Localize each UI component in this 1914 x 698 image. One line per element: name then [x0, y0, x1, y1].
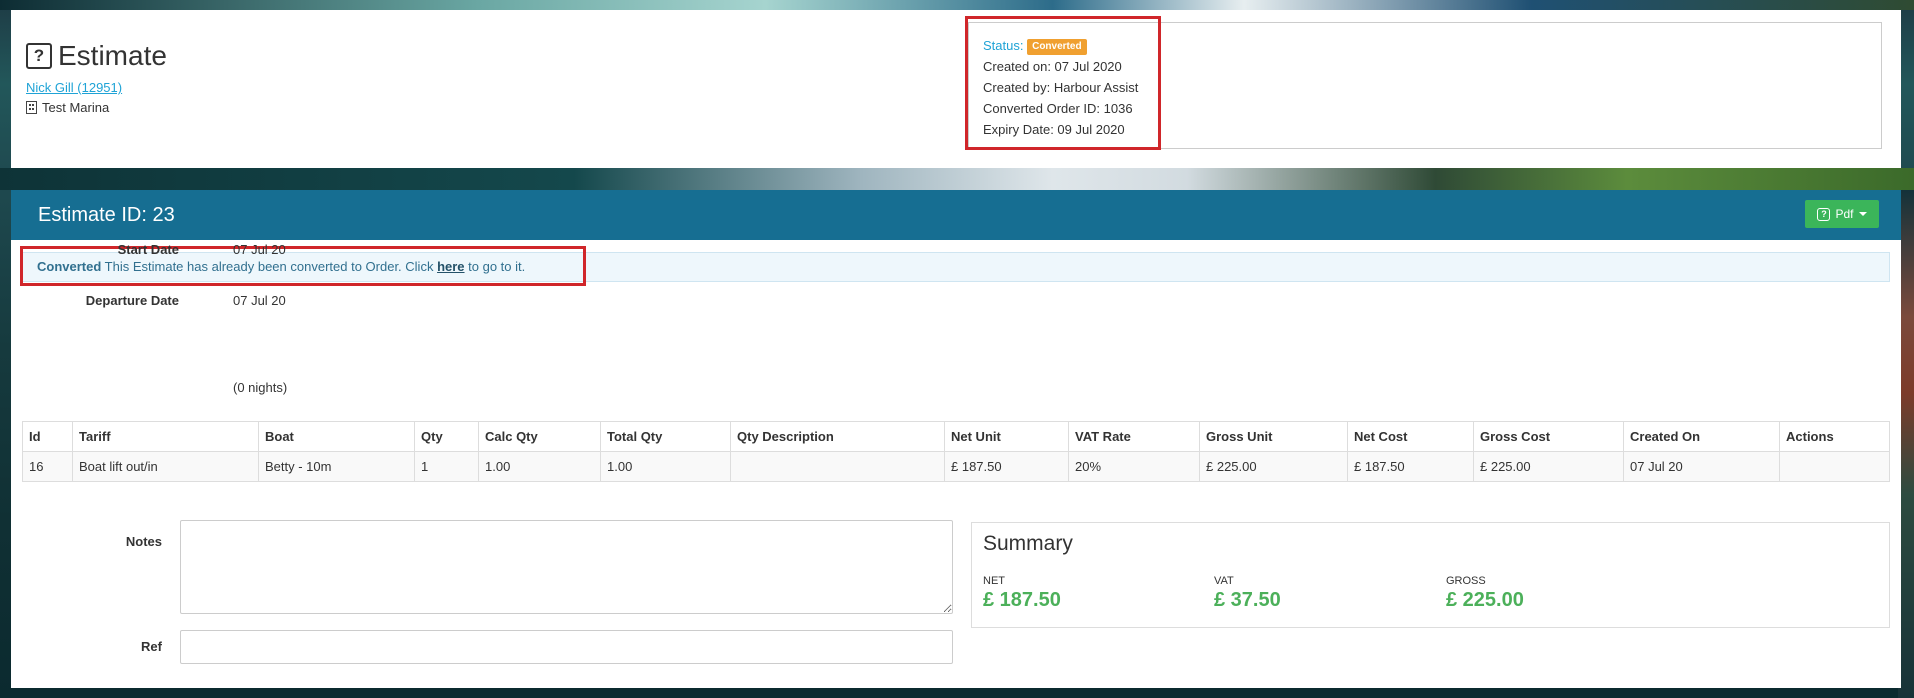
- table-cell: £ 187.50: [1347, 451, 1474, 482]
- start-date-value: 07 Jul 20: [233, 242, 286, 257]
- vat-value: £ 37.50: [1214, 589, 1281, 611]
- building-icon: [26, 101, 37, 114]
- column-header: Net Cost: [1347, 421, 1474, 452]
- column-header: Tariff: [72, 421, 259, 452]
- pdf-dropdown-button[interactable]: ? Pdf: [1805, 200, 1879, 228]
- table-cell: 1.00: [478, 451, 601, 482]
- background-photo-top: [0, 0, 1914, 10]
- column-header: Total Qty: [600, 421, 731, 452]
- estimate-header-bar: Estimate ID: 23 ? Pdf: [11, 190, 1901, 240]
- marina-info: Test Marina: [26, 100, 109, 115]
- question-square-icon: ?: [26, 43, 52, 69]
- table-cell: 1: [414, 451, 479, 482]
- ref-label: Ref: [141, 639, 162, 654]
- gross-value: £ 225.00: [1446, 589, 1524, 611]
- summary-net: NET £ 187.50: [983, 575, 1061, 612]
- customer-link[interactable]: Nick Gill (12951): [26, 80, 122, 95]
- column-header: Gross Unit: [1199, 421, 1348, 452]
- estimate-items-table: Id Tariff Boat Qty Calc Qty Total Qty Qt…: [22, 421, 1890, 482]
- table-row: 16 Boat lift out/in Betty - 10m 1 1.00 1…: [22, 451, 1890, 482]
- nights-value: (0 nights): [233, 380, 288, 395]
- vat-label: VAT: [1214, 575, 1234, 587]
- estimate-main-panel: Estimate ID: 23 ? Pdf Converted This Est…: [11, 190, 1901, 688]
- net-label: NET: [983, 575, 1005, 587]
- column-header: Boat: [258, 421, 415, 452]
- table-cell: 16: [22, 451, 73, 482]
- gross-label: GROSS: [1446, 575, 1486, 587]
- table-cell: £ 225.00: [1473, 451, 1624, 482]
- page-title-text: Estimate: [58, 40, 167, 71]
- column-header: Qty: [414, 421, 479, 452]
- column-header: Created On: [1623, 421, 1780, 452]
- summary-gross: GROSS £ 225.00: [1446, 575, 1524, 612]
- table-header-row: Id Tariff Boat Qty Calc Qty Total Qty Qt…: [22, 421, 1890, 452]
- departure-date-label: Departure Date: [85, 293, 179, 308]
- departure-date-value: 07 Jul 20: [233, 293, 286, 308]
- question-square-icon: ?: [1817, 207, 1831, 221]
- summary-title: Summary: [983, 532, 1073, 555]
- ref-input[interactable]: [180, 630, 953, 664]
- column-header: Calc Qty: [478, 421, 601, 452]
- actions-cell: [1779, 451, 1890, 482]
- summary-vat: VAT £ 37.50: [1214, 575, 1281, 612]
- table-cell: [730, 451, 945, 482]
- table-cell: 20%: [1068, 451, 1200, 482]
- start-date-label: Start Date: [117, 242, 179, 257]
- notes-textarea[interactable]: [180, 520, 953, 614]
- status-highlight-box: [965, 16, 1161, 150]
- summary-box: Summary NET £ 187.50 VAT £ 37.50 GROSS £…: [971, 522, 1890, 628]
- estimate-id-title: Estimate ID: 23: [38, 204, 175, 226]
- estimate-header-panel: ? Estimate Nick Gill (12951) Test Marina…: [11, 10, 1901, 168]
- table-cell: Boat lift out/in: [72, 451, 259, 482]
- pdf-button-label: Pdf: [1835, 207, 1854, 221]
- column-header: VAT Rate: [1068, 421, 1200, 452]
- net-value: £ 187.50: [983, 589, 1061, 611]
- table-cell: £ 187.50: [944, 451, 1069, 482]
- marina-name: Test Marina: [42, 100, 110, 115]
- column-header: Qty Description: [730, 421, 945, 452]
- page-title: ? Estimate: [26, 40, 167, 72]
- table-cell: Betty - 10m: [258, 451, 415, 482]
- column-header: Id: [22, 421, 73, 452]
- notes-label: Notes: [125, 534, 162, 549]
- background-photo-middle: [0, 168, 1914, 190]
- caret-down-icon: [1858, 212, 1867, 216]
- column-header: Gross Cost: [1473, 421, 1624, 452]
- table-cell: 1.00: [600, 451, 731, 482]
- table-cell: 07 Jul 20: [1623, 451, 1780, 482]
- column-header: Actions: [1779, 421, 1890, 452]
- column-header: Net Unit: [944, 421, 1069, 452]
- table-cell: £ 225.00: [1199, 451, 1348, 482]
